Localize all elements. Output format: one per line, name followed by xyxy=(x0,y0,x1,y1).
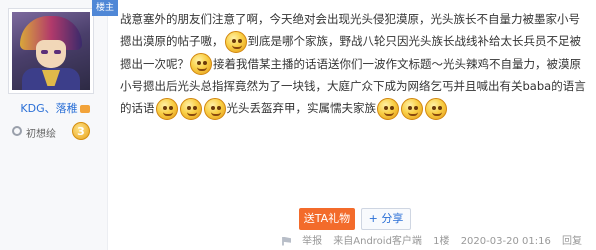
post-timestamp: 2020-03-20 01:16 xyxy=(460,236,551,247)
laugh-emoji-icon xyxy=(179,97,202,120)
content-line-5a: 的话语 xyxy=(120,101,155,115)
username-name: 落稚 xyxy=(55,102,78,115)
content-line-3: 摁出一次呢？ 接着我借某主播的话语送你们一波作文标题～光头辣鸡不自量力，被漠原 xyxy=(120,53,590,75)
username[interactable]: KDG、落稚 xyxy=(6,100,104,116)
gift-button[interactable]: 送TA礼物 xyxy=(299,208,355,230)
report-link[interactable]: 举报 xyxy=(282,236,322,247)
content-line-2b: 到底是哪个家族，野战八轮只因光头族长战线补给太长兵员不足被 xyxy=(247,34,582,48)
level-badge[interactable]: 3 xyxy=(72,122,90,140)
laugh-emoji-icon xyxy=(401,97,423,120)
content-line-2a: 摁出漠原的帖子嗷， xyxy=(120,34,224,48)
username-prefix: KDG、 xyxy=(20,102,56,115)
content-line-1: 战意塞外的朋友们注意了啊，今天绝对会出现光头侵犯漠原，光头族长不自量力被墨家小号 xyxy=(120,12,580,26)
laugh-emoji-icon xyxy=(425,97,447,120)
smile-emoji-icon xyxy=(224,30,247,53)
gear-icon xyxy=(12,126,22,136)
laugh-emoji-icon xyxy=(155,97,178,120)
user-level: 初想绘 3 xyxy=(6,122,104,144)
report-label: 举报 xyxy=(302,236,323,247)
post-footer: 举报 来自Android客户端 1楼 2020-03-20 01:16 回复 xyxy=(274,232,582,247)
floor-number: 1楼 xyxy=(433,236,450,247)
floor-tag: 楼主 xyxy=(92,0,118,16)
content-line-3b: 接着我借某主播的话语送你们一波作文标题～光头辣鸡不自量力，被漠原 xyxy=(213,56,581,71)
share-button[interactable]: + 分享 xyxy=(361,208,411,230)
content-line-3a: 摁出一次呢？ xyxy=(120,56,189,71)
share-label: 分享 xyxy=(381,212,404,225)
level-label: 初想绘 xyxy=(26,129,56,140)
content-line-5b: 光头丢盔弃甲，实属懦夫家族 xyxy=(226,101,377,115)
content-line-2: 摁出漠原的帖子嗷， 到底是哪个家族，野战八轮只因光头族长战线补给太长兵员不足被 xyxy=(120,30,590,53)
user-column: KDG、落稚 初想绘 3 xyxy=(0,0,108,250)
laugh-emoji-icon xyxy=(377,97,399,120)
vip-icon xyxy=(79,105,90,113)
laugh-emoji-icon xyxy=(203,97,226,120)
content-line-4: 小号摁出后光头总指挥竟然为了一块钱，大庭广众下成为网络乞丐并且喊出有关baba的… xyxy=(120,79,586,93)
content-line-5: 的话语 光头丢盔弃甲，实属懦夫家族 xyxy=(120,97,590,120)
flag-icon xyxy=(282,236,292,246)
avatar[interactable] xyxy=(8,8,94,94)
avatar-image xyxy=(12,12,90,90)
client-source[interactable]: 来自Android客户端 xyxy=(333,236,422,247)
reply-link[interactable]: 回复 xyxy=(562,236,582,247)
smile-emoji-icon xyxy=(190,53,212,75)
post-content: 战意塞外的朋友们注意了啊，今天绝对会出现光头侵犯漠原，光头族长不自量力被墨家小号… xyxy=(120,8,590,120)
post-container: KDG、落稚 初想绘 3 楼主 战意塞外的朋友们注意了啊，今天绝对会出现光头侵犯… xyxy=(0,0,596,250)
plus-icon: + xyxy=(368,212,382,225)
